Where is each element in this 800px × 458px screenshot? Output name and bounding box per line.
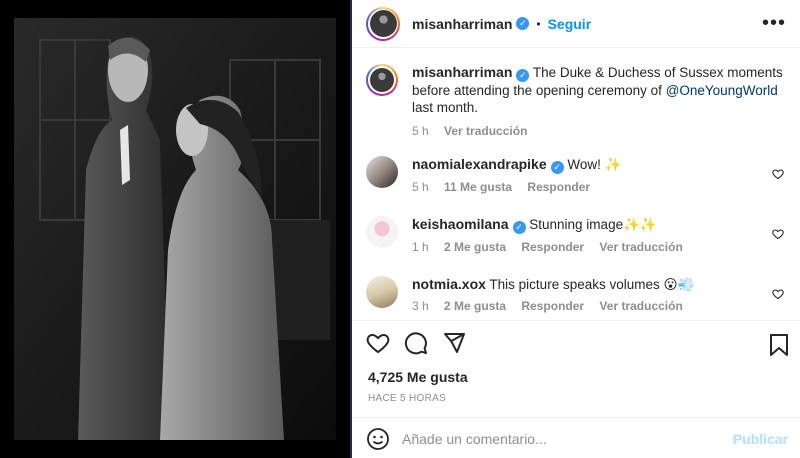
verified-icon: ✓ bbox=[516, 69, 530, 82]
commenter-avatar[interactable] bbox=[366, 156, 398, 188]
comment-text: Wow! ✨ bbox=[567, 157, 622, 172]
comment-likes[interactable]: 2 Me gusta bbox=[444, 299, 506, 313]
post-header: misanharriman ✓ • Seguir ••• bbox=[352, 0, 800, 48]
commenter-username[interactable]: notmia.xox bbox=[412, 276, 486, 292]
comment-bar: Publicar bbox=[352, 417, 800, 458]
heart-icon[interactable] bbox=[772, 228, 784, 240]
bookmark-icon[interactable] bbox=[768, 333, 790, 357]
comment-time[interactable]: 3 h bbox=[412, 299, 429, 313]
verified-icon: ✓ bbox=[516, 17, 530, 30]
caption-avatar[interactable] bbox=[366, 64, 398, 96]
heart-icon[interactable] bbox=[366, 331, 390, 355]
commenter-avatar[interactable] bbox=[366, 276, 398, 308]
reply-button[interactable]: Responder bbox=[521, 299, 584, 313]
comment-time[interactable]: 1 h bbox=[412, 240, 429, 254]
comment-likes[interactable]: 2 Me gusta bbox=[444, 240, 506, 254]
separator-dot: • bbox=[536, 16, 541, 31]
comment-item: keishaomilana ✓ Stunning image✨✨ 1 h 2 Me… bbox=[366, 216, 792, 254]
comment-likes[interactable]: 11 Me gusta bbox=[444, 180, 512, 194]
comment-text: Stunning image✨✨ bbox=[529, 217, 657, 232]
see-translation-button[interactable]: Ver traducción bbox=[599, 240, 682, 254]
verified-icon: ✓ bbox=[512, 221, 526, 234]
more-icon[interactable]: ••• bbox=[762, 13, 786, 33]
see-translation-button[interactable]: Ver traducción bbox=[444, 124, 527, 138]
caption-time[interactable]: 5 h bbox=[412, 124, 429, 138]
see-translation-button[interactable]: Ver traducción bbox=[599, 299, 682, 313]
comments-list: misanharriman ✓ The Duke & Duchess of Sus… bbox=[352, 48, 800, 320]
reply-button[interactable]: Responder bbox=[527, 180, 590, 194]
caption-mention[interactable]: @OneYoungWorld bbox=[666, 83, 778, 98]
post-panel: misanharriman ✓ • Seguir ••• misanharrim… bbox=[352, 0, 800, 458]
caption: misanharriman ✓ The Duke & Duchess of Sus… bbox=[366, 64, 792, 138]
author-avatar[interactable] bbox=[366, 6, 400, 41]
caption-text-end: last month. bbox=[412, 100, 479, 115]
emoji-icon[interactable] bbox=[366, 427, 390, 451]
post-actions: 4,725 Me gusta HACE 5 HORAS Publicar bbox=[352, 320, 800, 450]
commenter-avatar[interactable] bbox=[366, 216, 398, 248]
comment-input[interactable] bbox=[402, 430, 722, 447]
heart-icon[interactable] bbox=[772, 168, 784, 180]
heart-icon[interactable] bbox=[772, 288, 784, 300]
post-photo[interactable] bbox=[0, 0, 350, 458]
author-username[interactable]: misanharriman bbox=[412, 16, 512, 32]
verified-icon: ✓ bbox=[550, 161, 564, 174]
comment-item: naomialexandrapike ✓ Wow! ✨ 5 h 11 Me gus… bbox=[366, 156, 792, 194]
commenter-username[interactable]: keishaomilana bbox=[412, 216, 509, 232]
share-icon[interactable] bbox=[442, 331, 466, 355]
publish-button[interactable]: Publicar bbox=[733, 431, 788, 447]
comment-time[interactable]: 5 h bbox=[412, 180, 429, 194]
reply-button[interactable]: Responder bbox=[521, 240, 584, 254]
caption-username[interactable]: misanharriman bbox=[412, 64, 512, 80]
post-timestamp[interactable]: HACE 5 HORAS bbox=[368, 393, 446, 404]
comment-icon[interactable] bbox=[404, 331, 428, 355]
comment-item: notmia.xox This picture speaks volumes 😮… bbox=[366, 276, 792, 313]
like-count[interactable]: 4,725 Me gusta bbox=[368, 369, 468, 385]
commenter-username[interactable]: naomialexandrapike bbox=[412, 156, 547, 172]
comment-text: This picture speaks volumes 😮💨 bbox=[489, 277, 695, 292]
follow-button[interactable]: Seguir bbox=[548, 16, 592, 32]
post-photo-image bbox=[0, 0, 350, 458]
